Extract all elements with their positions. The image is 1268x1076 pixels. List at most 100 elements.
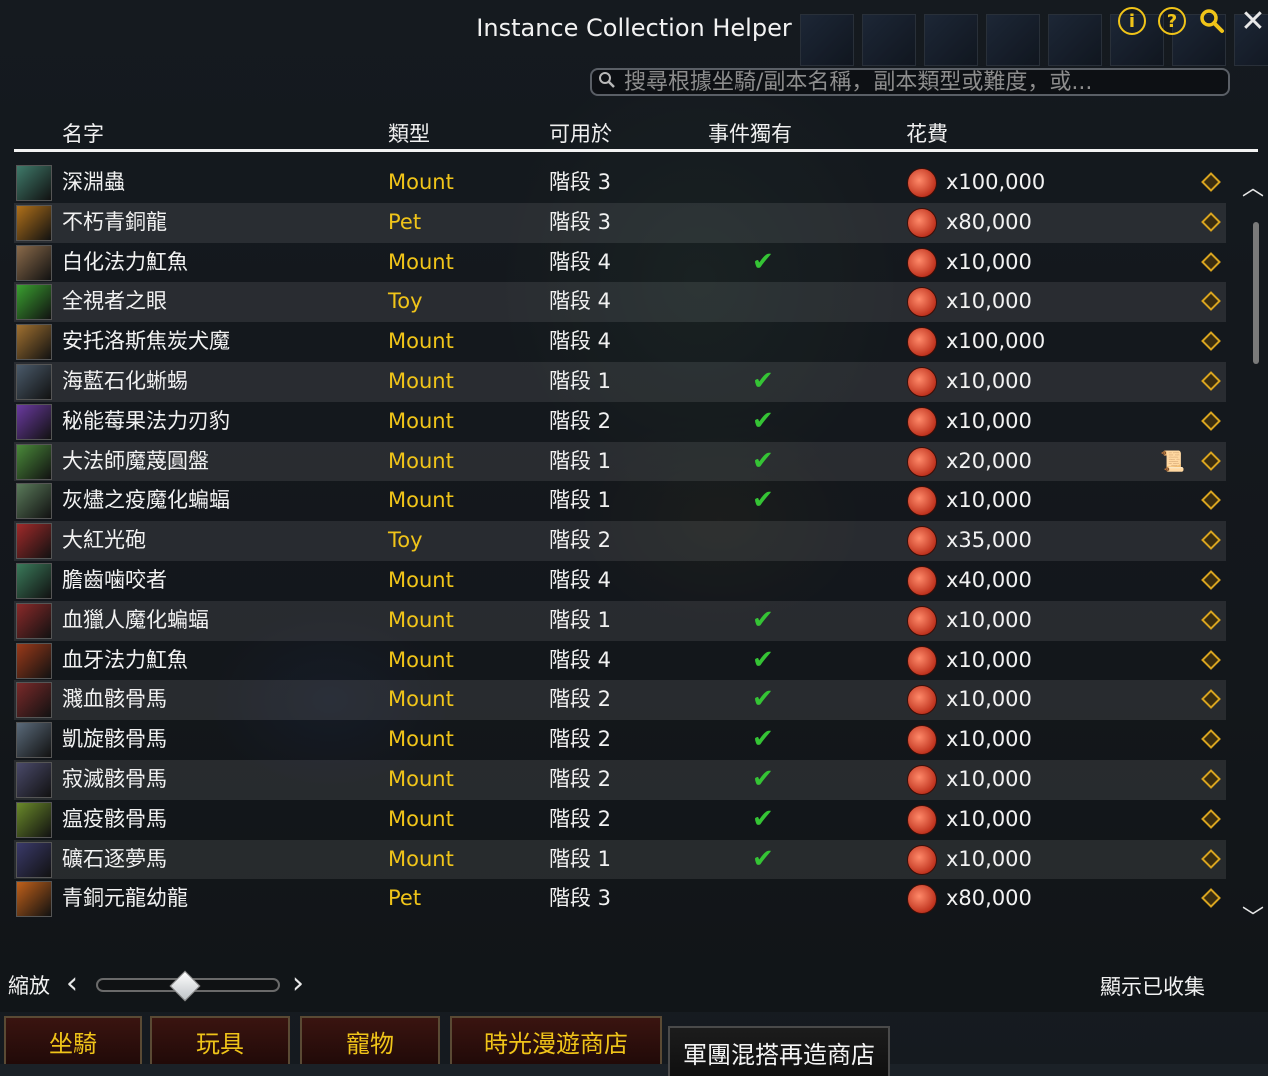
waypoint-icon[interactable] xyxy=(1201,609,1221,630)
bronze-coin-icon xyxy=(907,565,937,596)
item-icon xyxy=(16,165,52,201)
zoom-decrease-icon[interactable]: ‹ xyxy=(66,966,78,1001)
table-row[interactable]: 秘能莓果法力刃豹 Mount 階段 2 ✔ x10,000 xyxy=(14,402,1226,442)
waypoint-icon[interactable] xyxy=(1201,490,1221,511)
item-name: 瘟疫骸骨馬 xyxy=(62,806,167,831)
item-name: 灰燼之疫魔化蝙蝠 xyxy=(62,488,230,513)
table-row[interactable]: 深淵蟲 Mount 階段 3 x100,000 xyxy=(14,163,1226,203)
table-row[interactable]: 大法師魔蔑圓盤 Mount 階段 1 ✔ x20,000 📜 xyxy=(14,441,1226,482)
waypoint-icon[interactable] xyxy=(1201,848,1221,869)
item-availability: 階段 1 xyxy=(549,368,612,393)
table-row[interactable]: 大紅光砲 Toy 階段 2 x35,000 xyxy=(14,521,1226,561)
item-cost: x10,000 xyxy=(946,766,1032,791)
waypoint-icon[interactable] xyxy=(1201,769,1221,789)
column-header-cost[interactable]: 花費 xyxy=(906,118,948,148)
bronze-coin-icon xyxy=(907,446,937,477)
checkmark-icon: ✔ xyxy=(752,405,774,436)
zoom-increase-icon[interactable]: › xyxy=(292,966,304,1001)
info-icon[interactable]: i xyxy=(1118,7,1146,35)
bronze-coin-icon xyxy=(907,486,937,517)
checkmark-icon: ✔ xyxy=(752,644,774,675)
show-collected-toggle[interactable]: 顯示已收集 xyxy=(1100,971,1205,1001)
bronze-coin-icon xyxy=(907,207,937,238)
bronze-coin-icon xyxy=(907,287,937,318)
scroll-up-icon[interactable]: ︿ xyxy=(1242,170,1264,202)
collection-list: 深淵蟲 Mount 階段 3 x100,000 不朽青銅龍 Pet 階段 3 x80,000 白… xyxy=(14,163,1226,927)
close-icon[interactable]: ✕ xyxy=(1238,4,1268,39)
column-header-event[interactable]: 事件獨有 xyxy=(708,118,792,148)
item-name: 凱旋骸骨馬 xyxy=(62,727,167,752)
item-type: Mount xyxy=(388,249,454,274)
item-icon xyxy=(16,324,52,361)
item-name: 青銅元龍幼龍 xyxy=(62,886,188,911)
waypoint-icon[interactable] xyxy=(1201,172,1221,192)
item-name: 白化法力魟魚 xyxy=(62,249,188,274)
item-icon xyxy=(16,403,52,440)
table-row[interactable]: 安托洛斯焦炭犬魔 Mount 階段 4 x100,000 xyxy=(14,322,1226,362)
checkmark-icon: ✔ xyxy=(752,246,774,277)
table-row[interactable]: 濺血骸骨馬 Mount 階段 2 ✔ x10,000 xyxy=(14,680,1226,721)
waypoint-icon[interactable] xyxy=(1201,211,1221,232)
waypoint-icon[interactable] xyxy=(1201,371,1221,391)
table-row[interactable]: 血牙法力魟魚 Mount 階段 4 ✔ x10,000 xyxy=(14,641,1226,681)
help-icon[interactable]: ? xyxy=(1158,7,1186,35)
scroll-icon[interactable]: 📜 xyxy=(1160,442,1185,482)
bronze-coin-icon xyxy=(907,327,937,358)
table-row[interactable]: 白化法力魟魚 Mount 階段 4 ✔ x10,000 xyxy=(14,243,1226,283)
table-row[interactable]: 寂滅骸骨馬 Mount 階段 2 ✔ x10,000 xyxy=(14,759,1226,800)
table-row[interactable]: 瘟疫骸骨馬 Mount 階段 2 ✔ x10,000 xyxy=(14,800,1226,840)
waypoint-icon[interactable] xyxy=(1201,331,1221,352)
item-availability: 階段 4 xyxy=(549,289,612,314)
item-availability: 階段 4 xyxy=(549,647,612,672)
table-row[interactable]: 灰燼之疫魔化蝙蝠 Mount 階段 1 ✔ x10,000 xyxy=(14,481,1226,521)
tab-legion-remix-vendor[interactable]: 軍團混搭再造商店 xyxy=(668,1026,890,1076)
item-name: 海藍石化蜥蜴 xyxy=(62,368,188,393)
item-name: 血牙法力魟魚 xyxy=(62,647,188,672)
tab-mounts[interactable]: 坐騎 xyxy=(4,1016,142,1064)
table-row[interactable]: 凱旋骸骨馬 Mount 階段 2 ✔ x10,000 xyxy=(14,720,1226,760)
column-header-available[interactable]: 可用於 xyxy=(549,118,612,148)
item-icon xyxy=(16,284,52,321)
waypoint-icon[interactable] xyxy=(1201,251,1221,272)
waypoint-icon[interactable] xyxy=(1201,649,1221,670)
waypoint-icon[interactable] xyxy=(1201,291,1221,312)
table-row[interactable]: 血獵人魔化蝙蝠 Mount 階段 1 ✔ x10,000 xyxy=(14,600,1226,641)
tab-pets[interactable]: 寵物 xyxy=(300,1016,440,1064)
waypoint-icon[interactable] xyxy=(1201,729,1221,750)
bronze-coin-icon xyxy=(907,764,937,795)
waypoint-icon[interactable] xyxy=(1201,410,1221,431)
item-type: Mount xyxy=(388,368,454,393)
waypoint-icon[interactable] xyxy=(1201,570,1221,590)
item-availability: 階段 4 xyxy=(549,249,612,274)
table-row[interactable]: 膽齒噛咬者 Mount 階段 4 x40,000 xyxy=(14,561,1226,601)
table-row[interactable]: 礦石逐夢馬 Mount 階段 1 ✔ x10,000 xyxy=(14,839,1226,880)
waypoint-icon[interactable] xyxy=(1201,888,1221,909)
item-type: Pet xyxy=(388,209,422,234)
item-cost: x80,000 xyxy=(946,886,1032,911)
tab-timewalking-vendor[interactable]: 時光漫遊商店 xyxy=(450,1016,662,1064)
scrollbar-thumb[interactable] xyxy=(1253,222,1259,364)
column-header-name[interactable]: 名字 xyxy=(62,118,104,148)
search-box[interactable] xyxy=(590,68,1230,96)
tab-toys[interactable]: 玩具 xyxy=(150,1016,290,1064)
item-type: Mount xyxy=(388,408,454,433)
search-icon[interactable] xyxy=(1198,7,1226,35)
table-row[interactable]: 青銅元龍幼龍 Pet 階段 3 x80,000 xyxy=(14,879,1226,919)
scroll-down-icon[interactable]: ﹀ xyxy=(1242,900,1264,932)
waypoint-icon[interactable] xyxy=(1201,808,1221,829)
item-cost: x10,000 xyxy=(946,607,1032,632)
search-input[interactable] xyxy=(622,68,1216,96)
table-row[interactable]: 不朽青銅龍 Pet 階段 3 x80,000 xyxy=(14,202,1226,243)
item-availability: 階段 2 xyxy=(549,727,612,752)
column-header-type[interactable]: 類型 xyxy=(388,118,430,148)
item-type: Toy xyxy=(388,528,423,553)
table-row[interactable]: 海藍石化蜥蜴 Mount 階段 1 ✔ x10,000 xyxy=(14,361,1226,402)
item-availability: 階段 1 xyxy=(549,846,612,871)
waypoint-icon[interactable] xyxy=(1201,530,1221,551)
waypoint-icon[interactable] xyxy=(1201,689,1221,710)
bronze-coin-icon xyxy=(907,406,937,437)
item-type: Mount xyxy=(388,647,454,672)
table-row[interactable]: 全視者之眼 Toy 階段 4 x10,000 xyxy=(14,282,1226,323)
bronze-coin-icon xyxy=(907,645,937,676)
waypoint-icon[interactable] xyxy=(1201,450,1221,471)
